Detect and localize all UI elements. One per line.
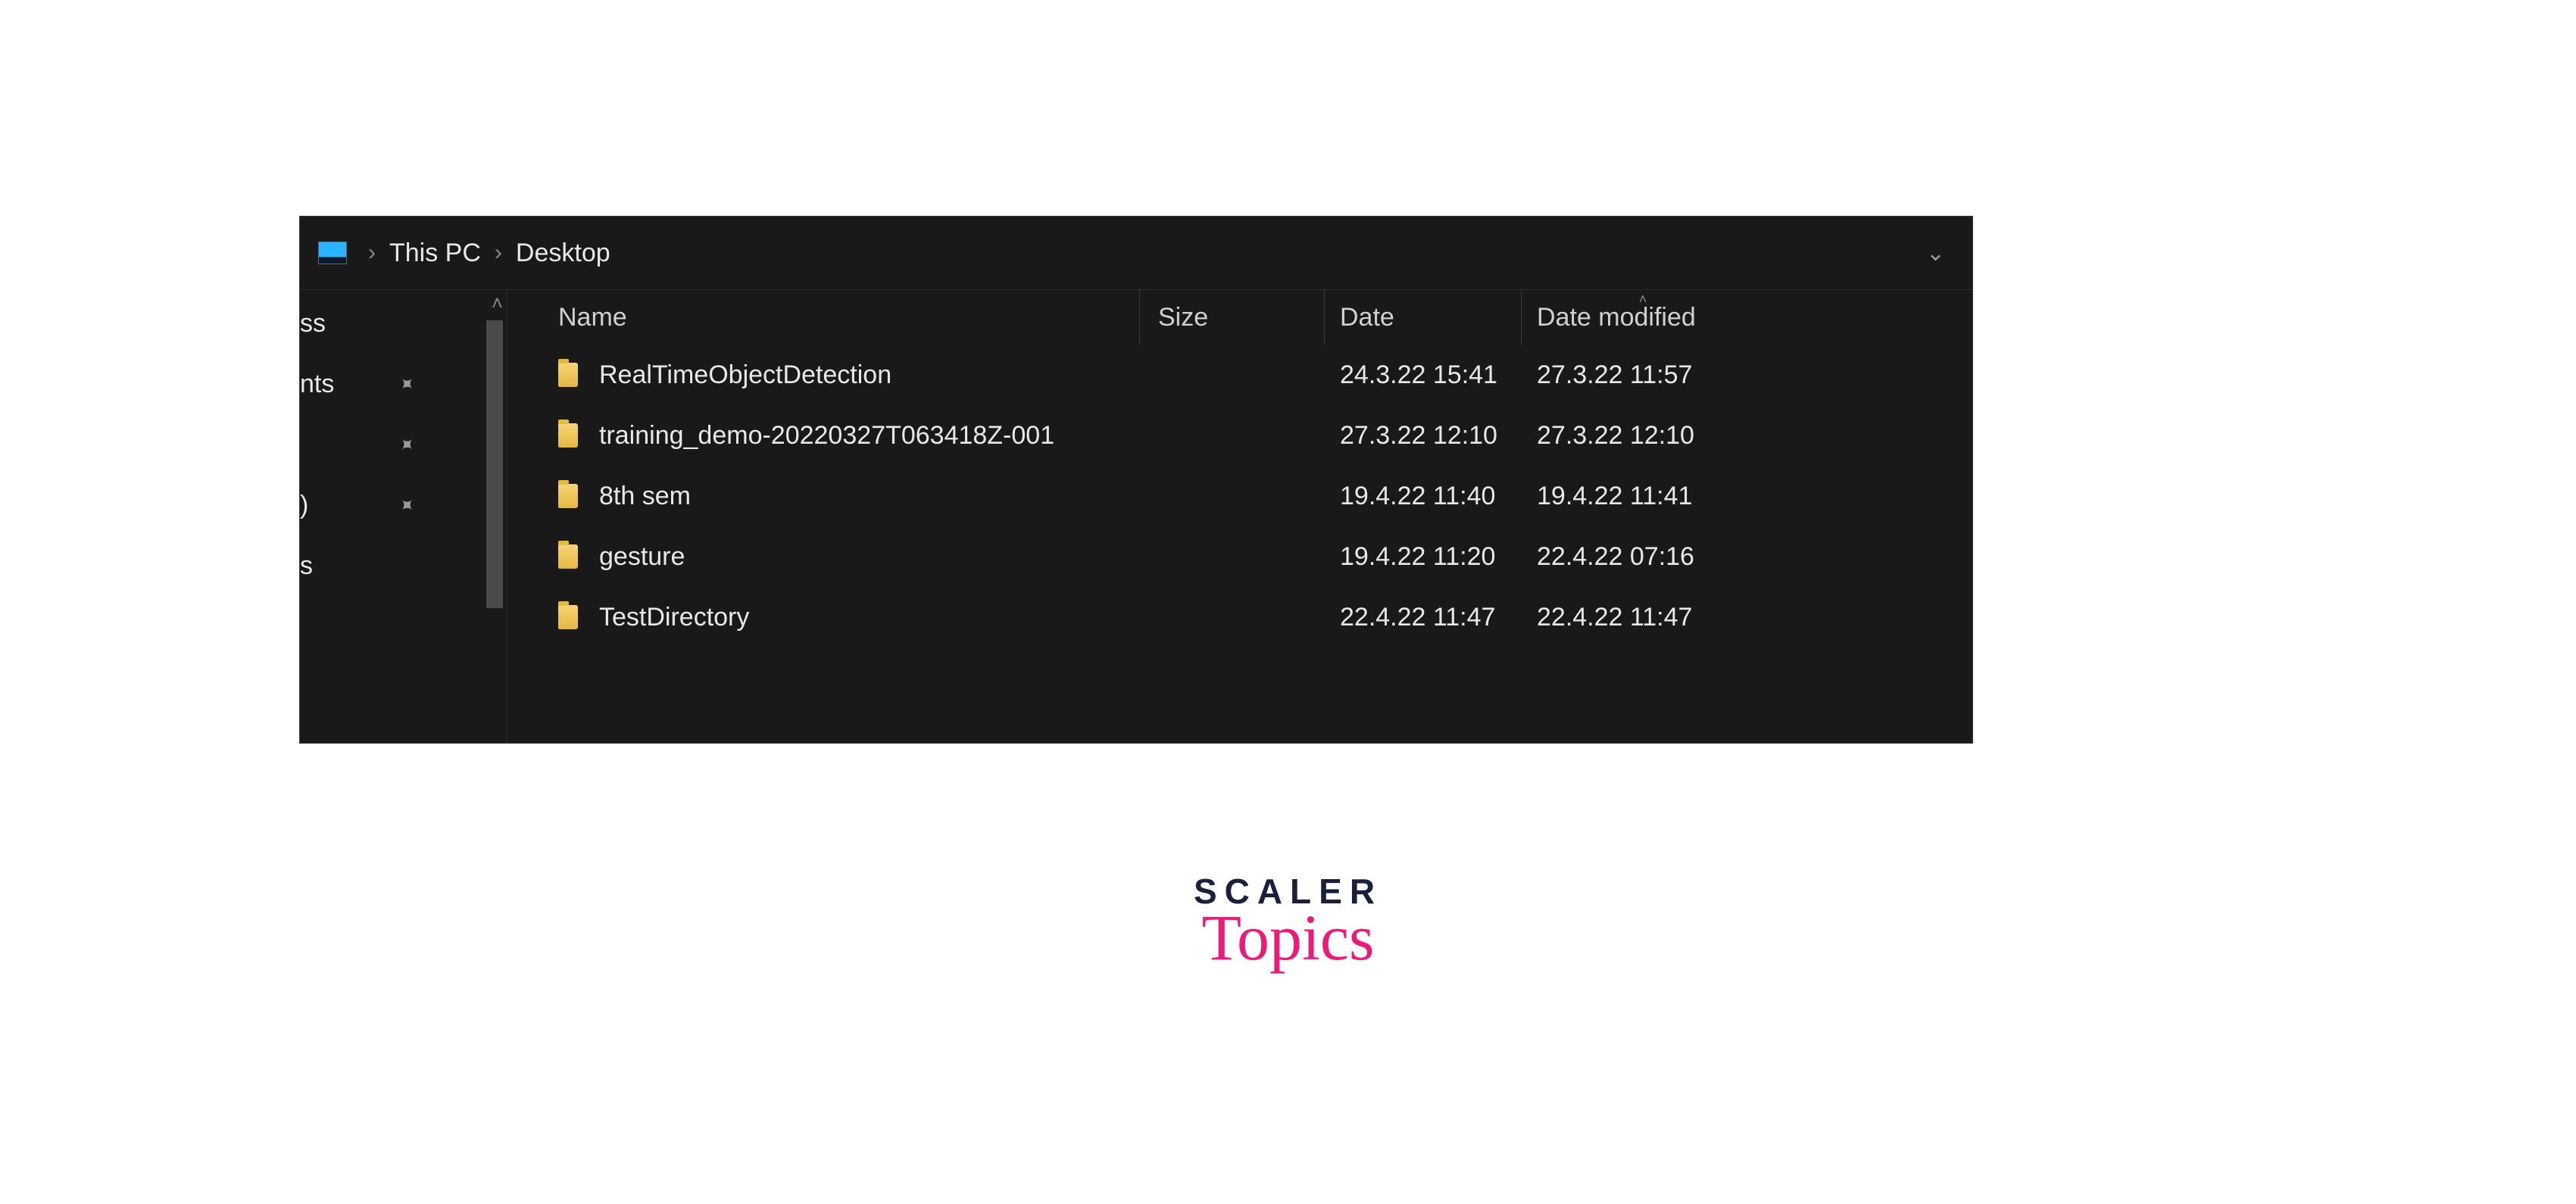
navigation-sidebar: ˄ ss nts ✦ ✦ ) ✦ s [300, 290, 506, 743]
column-header-label: Date [1340, 303, 1394, 332]
sidebar-list: ss nts ✦ ✦ ) ✦ s [300, 290, 451, 743]
file-modified-cell: 22.4.22 07:16 [1522, 542, 1764, 572]
file-name: training_demo-20220327T063418Z-001 [599, 421, 1054, 451]
watermark-topics: Topics [1194, 900, 1382, 975]
sidebar-item[interactable]: ss [300, 293, 451, 354]
folder-icon [558, 423, 578, 448]
file-row[interactable]: training_demo-20220327T063418Z-001 27.3.2… [507, 405, 1972, 466]
scroll-up-icon[interactable]: ˄ [492, 292, 503, 315]
scrollbar-thumb[interactable] [486, 320, 503, 608]
breadcrumb-root[interactable]: This PC [389, 239, 481, 268]
column-headers: Name Size Date ˄ Date modified [507, 290, 1972, 345]
file-name: RealTimeObjectDetection [599, 360, 891, 390]
sort-ascending-icon: ˄ [1639, 292, 1647, 307]
sidebar-item[interactable]: nts ✦ [300, 354, 451, 414]
file-date-cell: 27.3.22 12:10 [1325, 421, 1522, 451]
file-explorer-window: › This PC › Desktop ⌄ ˄ ss nts ✦ ✦ [299, 216, 1973, 744]
file-name: 8th sem [599, 482, 691, 511]
file-row[interactable]: RealTimeObjectDetection 24.3.22 15:4127.3… [507, 345, 1972, 405]
this-pc-icon [318, 242, 347, 264]
column-header-modified[interactable]: ˄ Date modified [1522, 290, 1764, 345]
column-header-date[interactable]: Date [1325, 290, 1522, 345]
file-name-cell: TestDirectory [549, 603, 1140, 632]
file-name-cell: training_demo-20220327T063418Z-001 [549, 421, 1140, 451]
sidebar-scrollbar[interactable] [483, 320, 506, 743]
sidebar-item-label: ) [300, 491, 308, 520]
file-name: gesture [599, 542, 685, 572]
column-header-size[interactable]: Size [1140, 290, 1325, 345]
file-modified-cell: 27.3.22 12:10 [1522, 421, 1764, 451]
sidebar-item[interactable]: s [300, 535, 451, 596]
explorer-body: ˄ ss nts ✦ ✦ ) ✦ s [300, 290, 1972, 743]
folder-icon [558, 484, 578, 508]
pin-icon: ✦ [392, 430, 420, 458]
sidebar-item-label: s [300, 551, 313, 581]
folder-icon [558, 363, 578, 387]
folder-icon [558, 605, 578, 629]
column-header-name[interactable]: Name [549, 290, 1140, 345]
address-dropdown-button[interactable]: ⌄ [1917, 240, 1954, 267]
scaler-topics-watermark: SCALER Topics [1194, 871, 1382, 975]
file-list: Name Size Date ˄ Date modified RealTimeO… [506, 290, 1972, 743]
column-header-label: Date modified [1537, 303, 1696, 332]
breadcrumb-current[interactable]: Desktop [516, 239, 610, 268]
file-row[interactable]: TestDirectory 22.4.22 11:4722.4.22 11:47 [507, 587, 1972, 647]
file-modified-cell: 19.4.22 11:41 [1522, 482, 1764, 511]
file-date-cell: 22.4.22 11:47 [1325, 603, 1522, 632]
file-date-cell: 19.4.22 11:20 [1325, 542, 1522, 572]
file-row[interactable]: 8th sem 19.4.22 11:4019.4.22 11:41 [507, 466, 1972, 526]
folder-icon [558, 544, 578, 569]
file-name-cell: 8th sem [549, 482, 1140, 511]
column-header-label: Name [558, 303, 627, 332]
chevron-right-icon: › [481, 240, 516, 266]
chevron-right-icon: › [354, 240, 389, 266]
column-header-label: Size [1158, 303, 1208, 332]
sidebar-item[interactable]: ✦ [300, 414, 451, 475]
sidebar-item[interactable]: ) ✦ [300, 475, 451, 535]
pin-icon: ✦ [392, 491, 420, 519]
file-row[interactable]: gesture 19.4.22 11:2022.4.22 07:16 [507, 526, 1972, 587]
file-date-cell: 19.4.22 11:40 [1325, 482, 1522, 511]
pin-icon: ✦ [392, 370, 420, 398]
file-modified-cell: 22.4.22 11:47 [1522, 603, 1764, 632]
file-name-cell: RealTimeObjectDetection [549, 360, 1140, 390]
sidebar-item-label: nts [300, 370, 334, 399]
address-bar[interactable]: › This PC › Desktop ⌄ [300, 217, 1972, 290]
file-date-cell: 24.3.22 15:41 [1325, 360, 1522, 390]
file-name-cell: gesture [549, 542, 1140, 572]
file-modified-cell: 27.3.22 11:57 [1522, 360, 1764, 390]
sidebar-item-label: ss [300, 309, 326, 338]
file-name: TestDirectory [599, 603, 749, 632]
